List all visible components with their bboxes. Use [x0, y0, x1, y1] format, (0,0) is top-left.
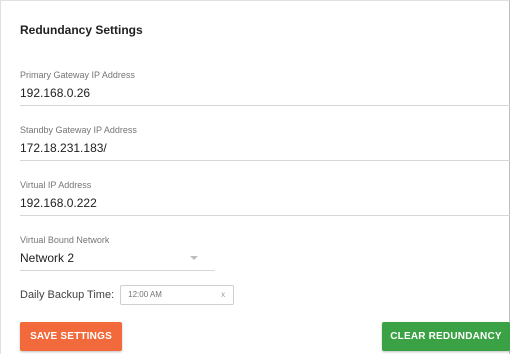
virtual-ip-underline	[20, 215, 510, 216]
virtual-bound-network-label: Virtual Bound Network	[20, 235, 110, 245]
save-settings-button[interactable]: SAVE SETTINGS	[20, 322, 122, 351]
section-title: Redundancy Settings	[20, 23, 143, 37]
standby-gateway-input[interactable]	[20, 139, 510, 157]
chevron-down-icon[interactable]	[190, 256, 198, 260]
primary-gateway-input[interactable]	[20, 84, 510, 102]
primary-gateway-underline	[20, 105, 510, 106]
virtual-ip-label: Virtual IP Address	[20, 180, 92, 190]
standby-gateway-field: Standby Gateway IP Address	[20, 124, 510, 161]
virtual-bound-network-field: Virtual Bound Network Network 2	[20, 234, 215, 271]
clear-redundancy-button[interactable]: CLEAR REDUNDANCY	[382, 322, 510, 351]
primary-gateway-field: Primary Gateway IP Address	[20, 69, 510, 106]
redundancy-settings-panel: Redundancy Settings Primary Gateway IP A…	[0, 0, 510, 354]
virtual-ip-field: Virtual IP Address	[20, 179, 510, 216]
virtual-bound-network-underline	[20, 270, 215, 271]
daily-backup-row: Daily Backup Time: 12:00 AM x	[20, 283, 235, 307]
daily-backup-label: Daily Backup Time:	[20, 289, 115, 301]
standby-gateway-label: Standby Gateway IP Address	[20, 125, 137, 135]
daily-backup-time-value: 12:00 AM	[128, 290, 162, 299]
standby-gateway-underline	[20, 160, 510, 161]
primary-gateway-label: Primary Gateway IP Address	[20, 70, 135, 80]
daily-backup-time-input[interactable]: 12:00 AM x	[120, 285, 235, 305]
close-icon[interactable]: x	[221, 290, 225, 299]
virtual-bound-network-value: Network 2	[20, 251, 75, 265]
virtual-ip-input[interactable]	[20, 194, 510, 212]
virtual-bound-network-select[interactable]: Network 2	[20, 249, 215, 267]
